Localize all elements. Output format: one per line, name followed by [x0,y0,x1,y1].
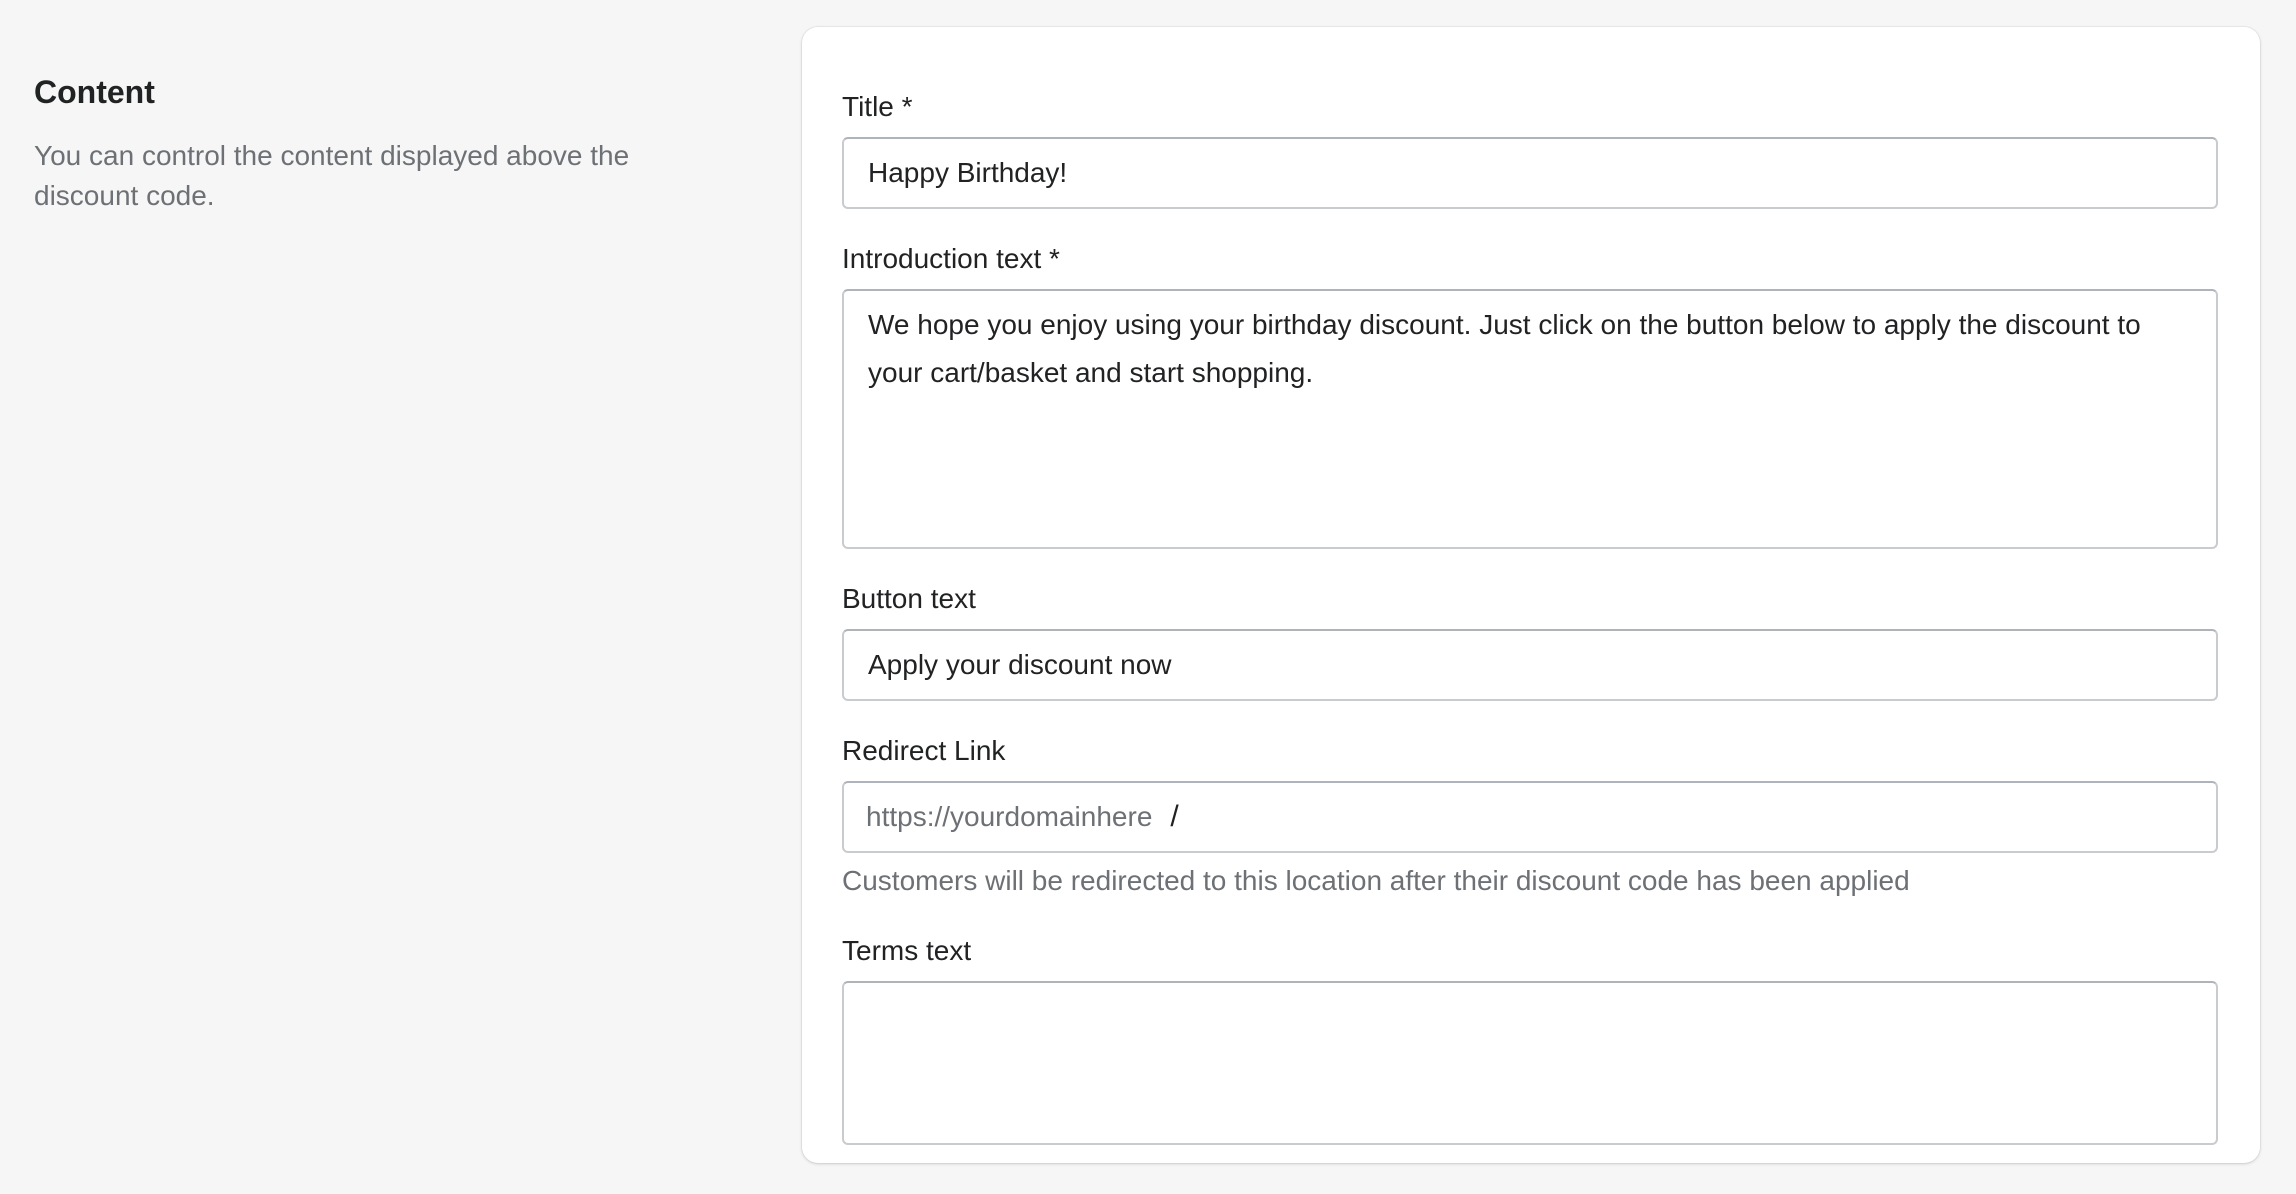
redirect-input[interactable] [1178,787,2194,847]
section-title: Content [34,74,155,110]
terms-textarea[interactable] [842,981,2218,1145]
terms-field-group: Terms text [842,931,2218,1145]
redirect-input-wrapper: https://yourdomainhere / [842,781,2218,853]
title-field-group: Title * [842,87,2218,209]
section-description: You can control the content displayed ab… [34,140,630,211]
redirect-field-group: Redirect Link https://yourdomainhere / C… [842,731,2218,901]
redirect-separator: / [1170,800,1179,833]
intro-textarea[interactable]: We hope you enjoy using your birthday di… [842,289,2218,549]
button-text-field-group: Button text [842,579,2218,701]
title-label: Title * [842,91,913,122]
intro-label: Introduction text * [842,243,1060,274]
terms-label: Terms text [842,935,972,966]
content-settings-page: Content You can control the content disp… [0,0,2296,1194]
redirect-help-text: Customers will be redirected to this loc… [842,865,1910,896]
button-text-input[interactable] [842,629,2218,701]
section-info: Content You can control the content disp… [34,68,734,216]
redirect-prefix: https://yourdomainhere [866,801,1153,832]
button-text-label: Button text [842,583,976,614]
title-input[interactable] [842,137,2218,209]
intro-field-group: Introduction text * We hope you enjoy us… [842,239,2218,549]
content-form-card: Title * Introduction text * We hope you … [802,27,2260,1163]
redirect-label: Redirect Link [842,735,1006,766]
